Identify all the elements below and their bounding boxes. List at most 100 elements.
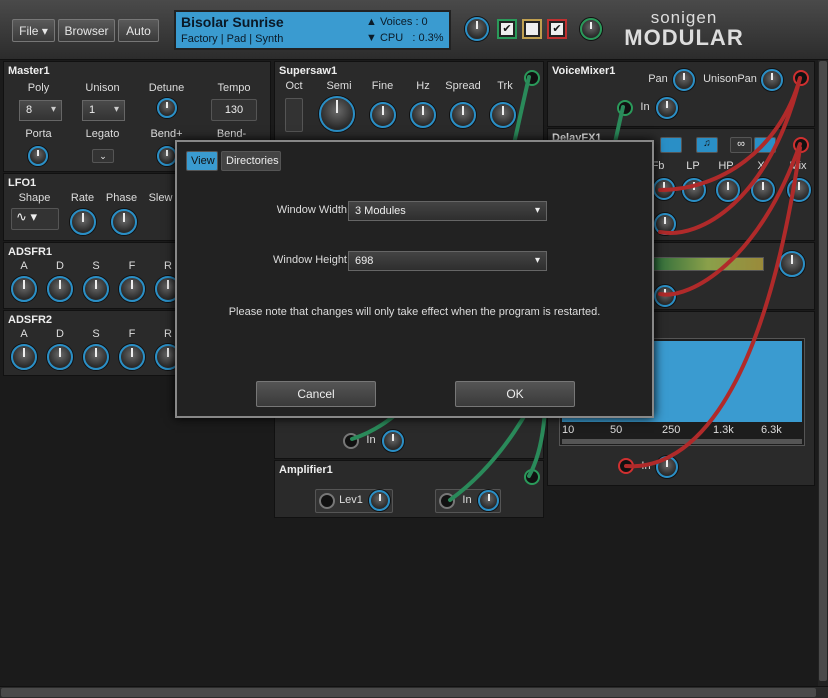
delay-in-knob[interactable]: [654, 213, 676, 235]
lev1-jack[interactable]: [319, 493, 335, 509]
mix-label: Mix: [789, 160, 807, 172]
vertical-scrollbar[interactable]: [818, 60, 828, 686]
loop-icon[interactable]: ∞: [730, 137, 752, 153]
lfo-shape-select[interactable]: ∿ ▾: [11, 208, 59, 230]
lev-label: Lev1: [339, 494, 363, 506]
window-height-select[interactable]: 698: [348, 251, 547, 271]
square-icon: [526, 23, 538, 35]
eq-in-knob[interactable]: [656, 456, 678, 478]
ok-button[interactable]: OK: [455, 381, 575, 407]
window-width-select[interactable]: 3 Modules: [348, 201, 547, 221]
bend-up-knob[interactable]: [157, 146, 177, 166]
pan-knob[interactable]: [673, 69, 695, 91]
module-title: LFO1: [8, 177, 37, 189]
spread-knob[interactable]: [450, 102, 476, 128]
master-volume-knob[interactable]: [465, 17, 489, 41]
detune-label: Detune: [148, 82, 185, 94]
bend-up-label: Bend+: [150, 128, 183, 140]
porta-knob[interactable]: [28, 146, 48, 166]
meter-in-knob[interactable]: [654, 285, 676, 307]
shape-label: Shape: [18, 192, 51, 204]
lfo-phase-knob[interactable]: [111, 209, 137, 235]
spectrum-scrollbar[interactable]: [562, 439, 802, 444]
window-width-label: Window Width: [276, 204, 347, 216]
browser-button[interactable]: Browser: [58, 19, 115, 42]
amp-in-knob[interactable]: [478, 490, 499, 511]
hz-knob[interactable]: [410, 102, 436, 128]
supersaw-in-knob[interactable]: [382, 430, 404, 452]
preset-display[interactable]: Bisolar Sunrise Factory | Pad | Synth ▲ …: [174, 10, 451, 50]
voicemixer-output-jack[interactable]: [793, 70, 809, 86]
vertical-scroll-thumb[interactable]: [819, 61, 827, 681]
output-knob[interactable]: [580, 18, 602, 40]
octave-switch[interactable]: [285, 98, 303, 132]
unisonpan-label: UnisonPan: [703, 73, 757, 85]
adsfr1-sustain-knob[interactable]: [83, 276, 109, 302]
eq-input-jack[interactable]: [618, 458, 634, 474]
file-menu-button[interactable]: File ▾: [12, 19, 55, 42]
logo-bottom: MODULAR: [624, 25, 744, 50]
amp-input-jack[interactable]: [439, 493, 455, 509]
note-icon[interactable]: ♫: [696, 137, 718, 153]
decay-label: D: [56, 260, 64, 272]
in-label: In: [462, 494, 472, 506]
voices-value: : 0: [415, 16, 428, 28]
hz-label: Hz: [416, 80, 430, 92]
unison-select[interactable]: 1: [82, 100, 125, 121]
x-knob[interactable]: [751, 178, 775, 202]
adsfr1-decay-knob[interactable]: [47, 276, 73, 302]
swap-icon[interactable]: [754, 137, 776, 153]
sustain-label: S: [92, 260, 100, 272]
adsfr1-fade-knob[interactable]: [119, 276, 145, 302]
supersaw-output-jack[interactable]: [524, 70, 540, 86]
spread-label: Spread: [445, 80, 481, 92]
lev1-knob[interactable]: [369, 490, 390, 511]
horizontal-scroll-thumb[interactable]: [1, 688, 816, 697]
voicemixer-in-knob[interactable]: [656, 97, 678, 119]
supersaw-input-jack[interactable]: [343, 433, 359, 449]
detune-knob[interactable]: [157, 98, 177, 118]
checkbox-green[interactable]: ✔: [497, 19, 517, 39]
cpu-value: : 0.3%: [412, 32, 444, 44]
amplifier-output-jack[interactable]: [524, 469, 540, 485]
auto-button[interactable]: Auto: [118, 19, 159, 42]
adsfr2-fade-knob[interactable]: [119, 344, 145, 370]
hp-knob[interactable]: [716, 178, 740, 202]
tab-view[interactable]: View: [186, 151, 218, 171]
lp-knob[interactable]: [682, 178, 706, 202]
adsfr1-attack-knob[interactable]: [11, 276, 37, 302]
adsfr2-sustain-knob[interactable]: [83, 344, 109, 370]
delay-output-jack[interactable]: [793, 137, 809, 153]
unison-label: Unison: [85, 82, 120, 94]
tab-directories[interactable]: Directories: [221, 151, 281, 171]
legato-toggle[interactable]: ⌄: [92, 149, 114, 163]
decay-label: D: [56, 328, 64, 340]
trk-knob[interactable]: [490, 102, 516, 128]
unisonpan-knob[interactable]: [761, 69, 783, 91]
top-toolbar: File ▾ Browser Auto Bisolar Sunrise Fact…: [0, 0, 828, 60]
adsfr2-attack-knob[interactable]: [11, 344, 37, 370]
fine-label: Fine: [371, 80, 394, 92]
semi-knob[interactable]: [319, 96, 355, 132]
fb-knob[interactable]: [653, 178, 675, 200]
x-label: X: [757, 160, 765, 172]
settings-dialog: View Directories Window Width 3 Modules …: [175, 140, 654, 418]
meter-knob[interactable]: [779, 251, 805, 277]
fine-knob[interactable]: [370, 102, 396, 128]
voicemixer-input-jack[interactable]: [617, 100, 633, 116]
poly-select[interactable]: 8: [19, 100, 62, 121]
sustain-label: S: [92, 328, 100, 340]
freq-tick: 250: [662, 424, 681, 436]
horizontal-scrollbar[interactable]: [0, 686, 828, 698]
checkbox-red[interactable]: ✔: [547, 19, 567, 39]
adsfr2-decay-knob[interactable]: [47, 344, 73, 370]
module-title: Supersaw1: [279, 65, 338, 77]
mix-knob[interactable]: [787, 178, 811, 202]
sonigen-logo: sonigen MODULAR: [618, 8, 750, 51]
checkbox-yellow[interactable]: [522, 19, 542, 39]
in-label: In: [640, 101, 650, 113]
lfo-rate-knob[interactable]: [70, 209, 96, 235]
tempo-input[interactable]: 130: [211, 99, 257, 121]
delay-sync-button[interactable]: [660, 137, 682, 153]
cancel-button[interactable]: Cancel: [256, 381, 376, 407]
